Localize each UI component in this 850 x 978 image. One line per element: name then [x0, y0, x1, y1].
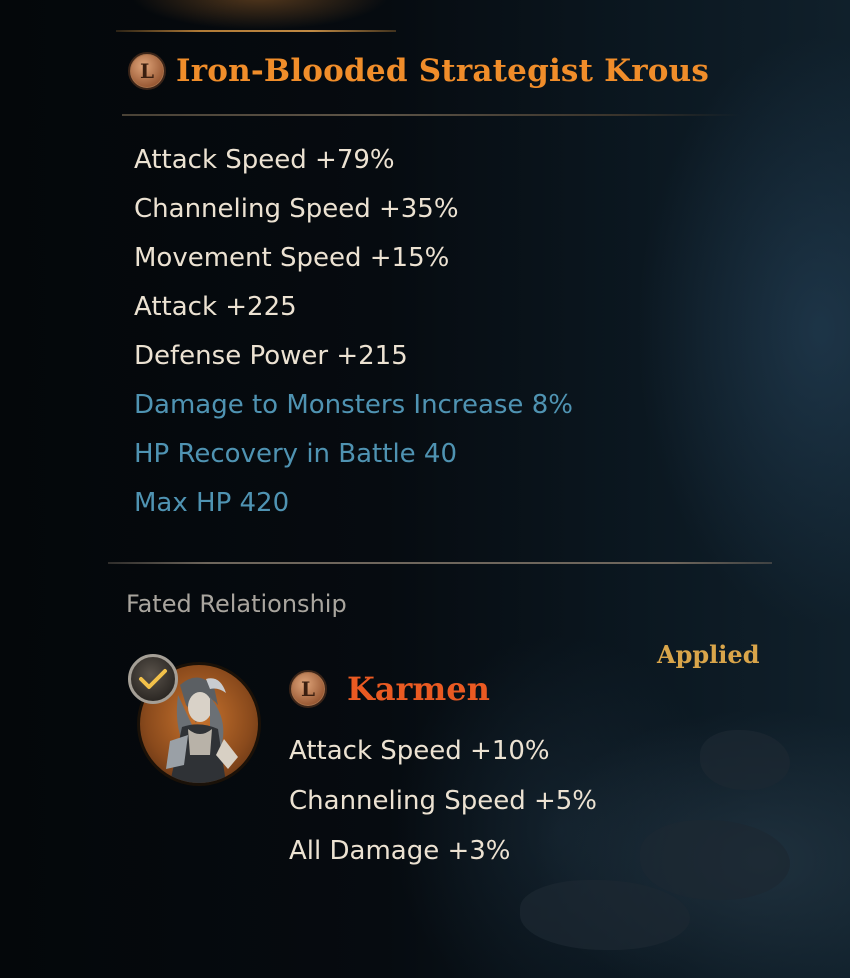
- main-stat-line: Attack Speed +79%: [134, 145, 395, 175]
- main-stat-line: Attack +225: [134, 292, 297, 322]
- sub-stat-line: Max HP 420: [134, 488, 290, 518]
- partner-stat-list: Attack Speed +10% Channeling Speed +5% All…: [289, 731, 597, 881]
- fated-relationship-title: Fated Relationship: [126, 590, 347, 618]
- sub-stat-line: HP Recovery in Battle 40: [134, 439, 458, 469]
- partner-stat-line: All Damage +3%: [289, 836, 511, 866]
- legendary-grade-icon: L: [128, 52, 166, 90]
- top-divider: [116, 30, 396, 32]
- checkmark-icon: [128, 654, 178, 704]
- hero-name: Iron-Blooded Strategist Krous: [176, 53, 710, 89]
- name-divider: [122, 114, 740, 116]
- main-stat-line: Movement Speed +15%: [134, 243, 450, 273]
- main-stat-line: Channeling Speed +35%: [134, 194, 459, 224]
- partner-header: L Karmen: [289, 670, 490, 708]
- sub-stat-line: Damage to Monsters Increase 8%: [134, 390, 573, 420]
- top-glow: [130, 0, 390, 30]
- stat-list: Attack Speed +79% Channeling Speed +35% Mo…: [134, 140, 573, 532]
- partner-stat-line: Attack Speed +10%: [289, 736, 550, 766]
- legendary-grade-icon: L: [289, 670, 327, 708]
- section-divider: [108, 562, 772, 564]
- partner-name: Karmen: [347, 670, 490, 708]
- main-stat-line: Defense Power +215: [134, 341, 408, 371]
- partner-stat-line: Channeling Speed +5%: [289, 786, 598, 816]
- hero-header: L Iron-Blooded Strategist Krous: [128, 52, 709, 90]
- applied-status: Applied: [657, 640, 760, 669]
